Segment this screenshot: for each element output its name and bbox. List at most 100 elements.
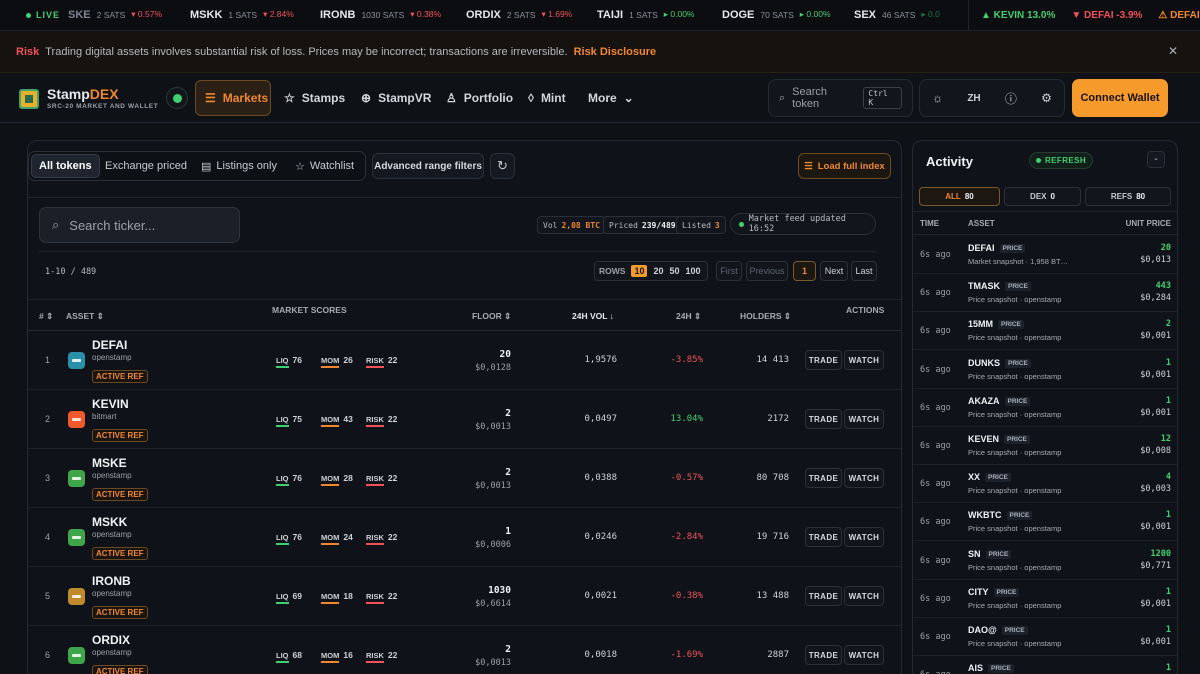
tab-watchlist[interactable]: ☆ Watchlist [295,154,354,178]
watch-button[interactable]: WATCH [844,527,884,547]
document-icon: ▤ [201,160,212,173]
trade-button[interactable]: TRADE [805,350,842,370]
ticker-item[interactable]: IRONB 1030 SATS ▾ 0.38% [320,9,441,21]
nav-stampvr[interactable]: ⊕ StampVR [361,80,431,116]
tab-all-tokens[interactable]: All tokens [31,154,100,178]
refresh-button[interactable]: REFRESH [1029,152,1094,169]
rows-option[interactable]: 50 [669,266,679,276]
ticker-item[interactable]: ORDIX 2 SATS ▾ 1.69% [466,9,572,21]
holders-count: 2172 [767,414,789,424]
rows-option[interactable]: 20 [653,266,663,276]
activity-row[interactable]: 6s ago DAO@ PRICE Price snapshot · openst… [913,618,1177,656]
ticker-item[interactable]: SEX 46 SATS ▸ 0.0 [854,9,940,21]
tab-listings-only[interactable]: ▤ Listings only [201,154,277,178]
activity-row[interactable]: 6s ago CITY PRICE Price snapshot · openst… [913,580,1177,618]
current-page[interactable]: 1 [793,261,816,281]
watch-button[interactable]: WATCH [844,645,884,665]
activity-row[interactable]: 6s ago DEFAI PRICE Market snapshot · 1,95… [913,236,1177,274]
table-row[interactable]: 6 ORDIX openstamp ACTIVE REF LIQ 68 MOM 16… [28,626,901,674]
activity-tab-dex[interactable]: DEX 0 [1004,187,1081,206]
ticker-item[interactable]: TAIJI 1 SATS ▸ 0.00% [597,9,694,21]
ticker-item[interactable]: SKE 2 SATS ▾ 0.57% [68,9,162,21]
brand-name: Stamp [47,86,90,102]
gear-icon[interactable]: ⚙ [1041,91,1052,105]
token-name[interactable]: KEVIN [92,397,129,411]
language-toggle[interactable]: ZH [967,93,980,104]
col-num[interactable]: # ⇕ [39,311,53,322]
nav-mint[interactable]: ◊ Mint [528,80,566,116]
col-asset: ASSET [968,219,995,228]
nav-portfolio[interactable]: ♙ Portfolio [446,80,513,116]
previous-page-button[interactable]: Previous [746,261,788,281]
watch-button[interactable]: WATCH [844,409,884,429]
trade-button[interactable]: TRADE [805,409,842,429]
col-24h[interactable]: 24H ⇕ [676,311,701,322]
risk-score: RISK 22 [366,355,397,368]
tab-exchange-priced[interactable]: Exchange priced [105,154,187,178]
last-page-button[interactable]: Last [851,261,877,281]
nav-more[interactable]: More ⌄ [588,80,634,116]
watch-button[interactable]: WATCH [844,350,884,370]
nav-stamps[interactable]: ☆ Stamps [284,80,345,116]
table-row[interactable]: 3 MSKE openstamp ACTIVE REF LIQ 76 MOM 28 … [28,449,901,508]
sun-icon[interactable]: ☼ [932,91,943,105]
load-full-index-button[interactable]: ☰ Load full index [798,153,891,179]
col-holders[interactable]: HOLDERS ⇕ [740,311,791,322]
rows-option[interactable]: 10 [631,265,648,277]
ticker-search-input[interactable]: ⌕ Search ticker... [39,207,240,243]
ticker-item[interactable]: DOGE 70 SATS ▸ 0.00% [722,9,831,21]
activity-asset: 15MM PRICE [968,319,1024,330]
top-loser[interactable]: ▼ DEFAI -3.9% [1071,10,1142,21]
help-icon[interactable]: ⓘ [1005,90,1017,107]
network-status-icon[interactable] [166,87,188,109]
token-name[interactable]: MSKE [92,456,127,470]
token-name[interactable]: MSKK [92,515,127,529]
table-row[interactable]: 1 DEFAI openstamp ACTIVE REF LIQ 76 MOM 26… [28,331,901,390]
activity-row[interactable]: 6s ago XX PRICE Price snapshot · openstam… [913,465,1177,504]
activity-row[interactable]: 6s ago KEVEN PRICE Price snapshot · opens… [913,427,1177,465]
table-row[interactable]: 5 IRONB openstamp ACTIVE REF LIQ 69 MOM 18… [28,567,901,626]
brand[interactable]: StampDEX SRC-20 MARKET AND WALLET [47,86,158,110]
connect-wallet-button[interactable]: Connect Wallet [1072,79,1168,117]
ticker-sats: 1030 SATS [361,9,405,20]
refresh-icon[interactable]: ↻ [490,153,515,179]
col-24h-vol[interactable]: 24H VOL ↓ [572,311,614,321]
next-page-button[interactable]: Next [820,261,848,281]
trade-button[interactable]: TRADE [805,586,842,606]
table-row[interactable]: 2 KEVIN bitmart ACTIVE REF LIQ 75 MOM 43 R… [28,390,901,449]
activity-row[interactable]: 6s ago DUNKS PRICE Price snapshot · opens… [913,351,1177,389]
activity-row[interactable]: 6s ago WKBTC PRICE Price snapshot · opens… [913,503,1177,542]
activity-row[interactable]: 6s ago TMASK PRICE Price snapshot · opens… [913,274,1177,313]
activity-row[interactable]: 6s ago 15MM PRICE Price snapshot · openst… [913,312,1177,351]
alert-item[interactable]: ⚠ DEFAI [1158,10,1199,21]
top-gainer[interactable]: ▲ KEVIN 13.0% [981,10,1055,21]
minimize-button[interactable]: - [1147,151,1165,168]
table-row[interactable]: 4 MSKK openstamp ACTIVE REF LIQ 76 MOM 24 … [28,508,901,567]
activity-row[interactable]: 6s ago AISPRICE Price snapshot · opensta… [913,656,1177,674]
watch-button[interactable]: WATCH [844,468,884,488]
logo-icon[interactable] [19,89,39,109]
col-floor[interactable]: FLOOR ⇕ [472,311,511,322]
activity-row[interactable]: 6s ago AKAZA PRICE Price snapshot · opens… [913,389,1177,427]
activity-tab-all[interactable]: ALL 80 [919,187,1000,206]
first-page-button[interactable]: First [716,261,742,281]
token-search[interactable]: ⌕ Search token Ctrl K [768,79,913,117]
watch-button[interactable]: WATCH [844,586,884,606]
activity-time: 6s ago [920,288,951,299]
ticker-item[interactable]: MSKK 1 SATS ▾ 2.84% [190,9,294,21]
activity-tab-refs[interactable]: REFS 80 [1085,187,1171,206]
token-name[interactable]: ORDIX [92,633,130,647]
col-asset[interactable]: ASSET ⇕ [66,311,104,322]
unit-price-usd: $0,284 [1140,293,1171,304]
advanced-filters-button[interactable]: Advanced range filters [372,153,484,179]
token-name[interactable]: IRONB [92,574,131,588]
risk-disclosure-link[interactable]: Risk Disclosure [574,46,657,58]
token-name[interactable]: DEFAI [92,338,127,352]
activity-row[interactable]: 6s ago SN PRICE Price snapshot · openstam… [913,542,1177,580]
trade-button[interactable]: TRADE [805,527,842,547]
nav-markets[interactable]: ☰ Markets [195,80,271,116]
rows-option[interactable]: 100 [686,266,701,276]
trade-button[interactable]: TRADE [805,468,842,488]
trade-button[interactable]: TRADE [805,645,842,665]
close-icon[interactable]: ✕ [1168,44,1178,58]
